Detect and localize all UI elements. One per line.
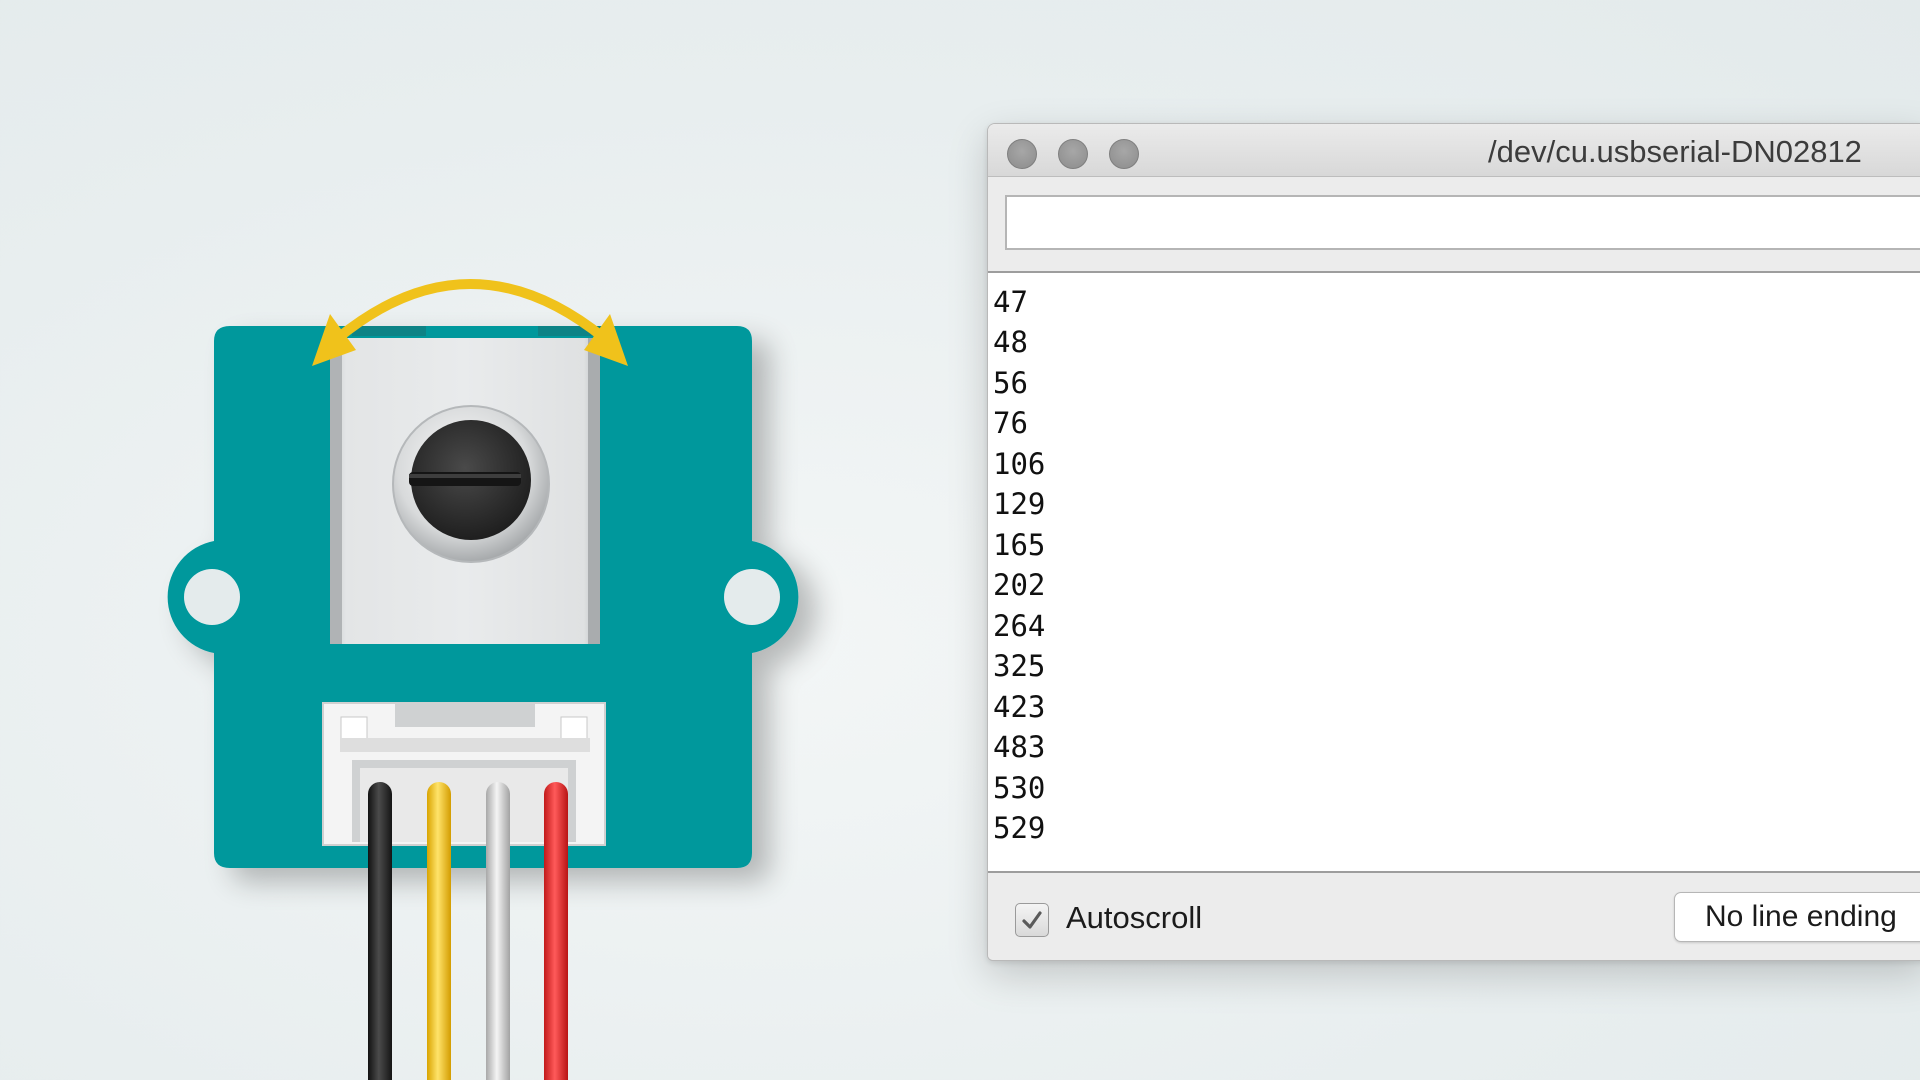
serial-output-line: 129 [993, 487, 1046, 521]
serial-output-line: 325 [993, 649, 1046, 683]
serial-output-line: 530 [993, 770, 1046, 805]
serial-output-line: 165 [993, 527, 1046, 562]
zoom-window-button[interactable] [1109, 139, 1139, 169]
serial-output-lines: 46 47 48 56 76 106 129 165 202 264 325 423 483 530 529 [993, 273, 1046, 849]
line-ending-select[interactable]: No line ending [1674, 892, 1920, 942]
serial-output-line: 106 [993, 446, 1046, 481]
serial-output-line: 264 [993, 608, 1046, 643]
potentiometer [330, 338, 600, 644]
close-window-button[interactable] [1007, 139, 1037, 169]
serial-output-line: 47 [993, 284, 1028, 319]
serial-monitor-window: /dev/cu.usbserial-DN02812 46 47 48 56 76 106 1… [987, 123, 1920, 961]
serial-output-line: 202 [993, 568, 1046, 602]
serial-output-line: 529 [993, 811, 1046, 845]
serial-output-line: 483 [993, 730, 1046, 764]
serial-output-line: 46 [993, 273, 1045, 282]
autoscroll-checkbox[interactable] [1015, 903, 1049, 937]
rotary-sensor-illustration [167, 279, 799, 1080]
serial-output-line: 423 [993, 689, 1046, 724]
send-row [988, 177, 1920, 263]
serial-send-input[interactable] [1005, 195, 1920, 250]
serial-output-line: 56 [993, 365, 1028, 400]
bottom-bar: Autoscroll No line ending [988, 873, 1920, 960]
serial-output-area[interactable]: 46 47 48 56 76 106 129 165 202 264 325 423 483 530 529 [988, 271, 1920, 873]
scene: /dev/cu.usbserial-DN02812 46 47 48 56 76 106 1… [0, 0, 1920, 1080]
serial-output-line: 48 [993, 325, 1028, 359]
window-title: /dev/cu.usbserial-DN02812 [1488, 134, 1862, 169]
autoscroll-label: Autoscroll [1066, 900, 1203, 935]
checkmark-icon [1022, 911, 1042, 929]
serial-output-line: 76 [993, 406, 1028, 440]
title-bar[interactable]: /dev/cu.usbserial-DN02812 [988, 124, 1920, 177]
minimize-window-button[interactable] [1058, 139, 1088, 169]
